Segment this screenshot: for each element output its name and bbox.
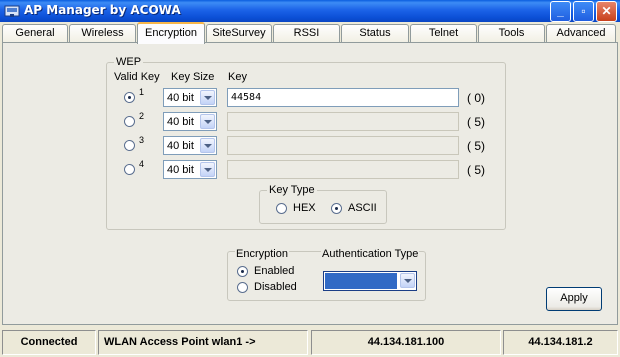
chevron-down-icon[interactable] bbox=[400, 273, 415, 288]
close-icon[interactable]: ✕ bbox=[596, 1, 617, 22]
status-connection: Connected bbox=[2, 330, 96, 355]
key-size-select-2[interactable]: 40 bit bbox=[163, 112, 217, 131]
tab-wireless[interactable]: Wireless bbox=[69, 24, 136, 43]
minimize-icon[interactable]: _ bbox=[550, 1, 571, 22]
chevron-down-icon[interactable] bbox=[200, 138, 215, 153]
key-number-4: 4 bbox=[139, 159, 145, 169]
valid-key-radio-3[interactable] bbox=[124, 140, 135, 151]
title-bar[interactable]: AP Manager by ACOWA _ ▫ ✕ bbox=[0, 0, 620, 22]
key-type-hex-radio[interactable] bbox=[276, 203, 287, 214]
encryption-disabled-label: Disabled bbox=[254, 281, 297, 293]
auth-type-label: Authentication Type bbox=[321, 248, 420, 260]
encryption-disabled-radio[interactable] bbox=[237, 282, 248, 293]
key-type-group: Key Type HEX ASCII bbox=[259, 184, 387, 224]
key-type-hex-label: HEX bbox=[293, 202, 316, 214]
tab-encryption[interactable]: Encryption bbox=[137, 22, 205, 44]
key-field-4[interactable] bbox=[227, 160, 459, 179]
tab-status[interactable]: Status bbox=[341, 24, 409, 43]
key-length-4: ( 5) bbox=[467, 163, 485, 177]
encryption-enabled-label: Enabled bbox=[254, 265, 295, 277]
chevron-down-icon[interactable] bbox=[200, 162, 215, 177]
key-type-ascii-label: ASCII bbox=[348, 202, 377, 214]
wep-group-label: WEP bbox=[114, 56, 144, 68]
encryption-label: Encryption bbox=[235, 248, 289, 260]
wep-group: WEP Valid Key Key Size Key 1 40 bit 4458… bbox=[106, 56, 506, 230]
chevron-down-icon[interactable] bbox=[200, 114, 215, 129]
tab-tools[interactable]: Tools bbox=[478, 24, 545, 43]
status-device: WLAN Access Point wlan1 -> bbox=[98, 330, 308, 355]
key-field-2[interactable] bbox=[227, 112, 459, 131]
status-local-ip: 44.134.181.100 bbox=[311, 330, 501, 355]
key-field-1[interactable]: 44584 bbox=[227, 88, 459, 107]
auth-type-select[interactable] bbox=[323, 271, 417, 291]
key-number-1: 1 bbox=[139, 87, 145, 97]
app-icon bbox=[4, 5, 20, 17]
encryption-group: Encryption Enabled Disabled Authenticati… bbox=[227, 248, 426, 301]
tab-advanced[interactable]: Advanced bbox=[546, 24, 616, 43]
tab-rssi[interactable]: RSSI bbox=[273, 24, 340, 43]
tab-general[interactable]: General bbox=[2, 24, 68, 43]
auth-type-value bbox=[325, 273, 397, 289]
status-remote-ip: 44.134.181.2 bbox=[503, 330, 618, 355]
window-title: AP Manager by ACOWA bbox=[24, 3, 181, 17]
key-size-header: Key Size bbox=[171, 71, 215, 83]
valid-key-radio-4[interactable] bbox=[124, 164, 135, 175]
valid-key-radio-2[interactable] bbox=[124, 116, 135, 127]
valid-key-header: Valid Key bbox=[114, 71, 160, 83]
key-length-1: ( 0) bbox=[467, 91, 485, 105]
valid-key-radio-1[interactable] bbox=[124, 92, 135, 103]
apply-button[interactable]: Apply bbox=[546, 287, 602, 311]
key-number-3: 3 bbox=[139, 135, 145, 145]
key-length-2: ( 5) bbox=[467, 115, 485, 129]
encryption-enabled-radio[interactable] bbox=[237, 266, 248, 277]
key-size-select-3[interactable]: 40 bit bbox=[163, 136, 217, 155]
key-number-2: 2 bbox=[139, 111, 145, 121]
key-header: Key bbox=[228, 71, 247, 83]
tab-telnet[interactable]: Telnet bbox=[410, 24, 477, 43]
encryption-panel: WEP Valid Key Key Size Key 1 40 bit 4458… bbox=[2, 42, 618, 325]
key-size-select-1[interactable]: 40 bit bbox=[163, 88, 217, 107]
tab-sitesurvey[interactable]: SiteSurvey bbox=[206, 24, 272, 43]
tab-row: General Wireless Encryption SiteSurvey R… bbox=[2, 22, 618, 44]
chevron-down-icon[interactable] bbox=[200, 90, 215, 105]
key-field-3[interactable] bbox=[227, 136, 459, 155]
maximize-icon[interactable]: ▫ bbox=[573, 1, 594, 22]
key-type-label: Key Type bbox=[267, 184, 317, 196]
key-length-3: ( 5) bbox=[467, 139, 485, 153]
key-type-ascii-radio[interactable] bbox=[331, 203, 342, 214]
key-size-select-4[interactable]: 40 bit bbox=[163, 160, 217, 179]
